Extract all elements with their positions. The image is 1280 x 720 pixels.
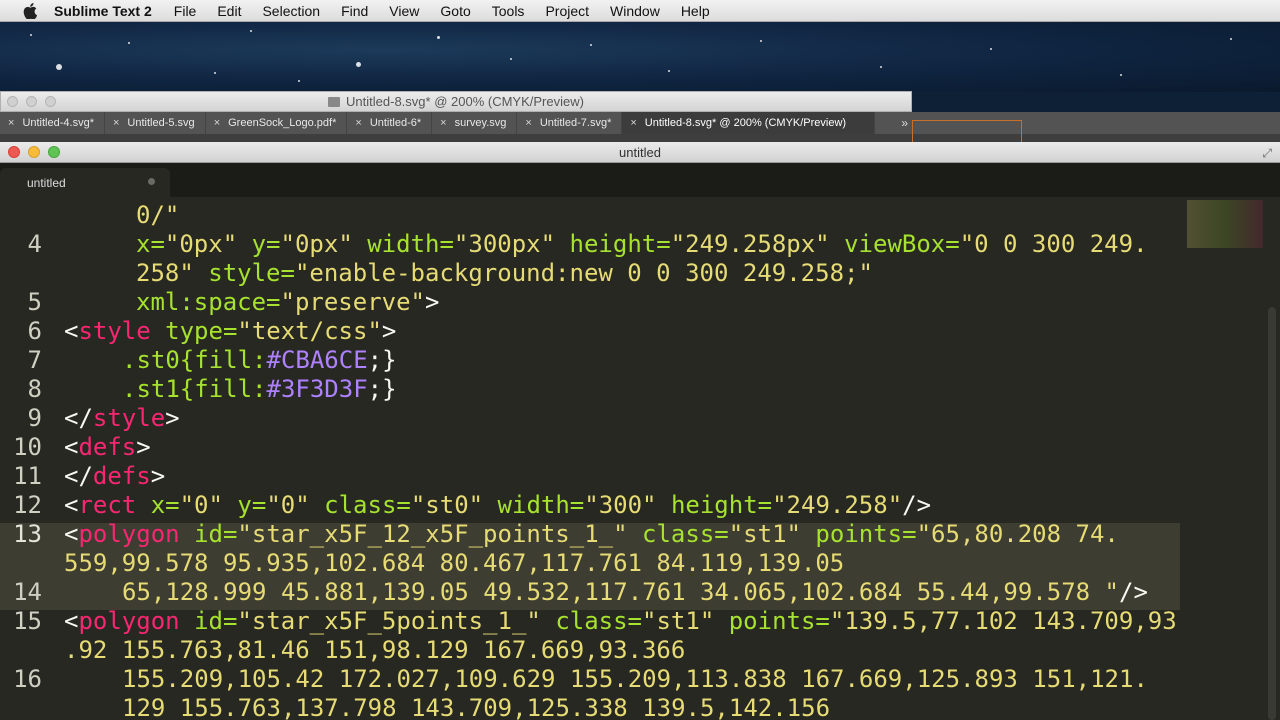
tab-label: GreenSock_Logo.pdf* <box>228 117 337 129</box>
menu-help[interactable]: Help <box>681 3 710 19</box>
window-controls-inactive <box>7 96 56 107</box>
illustrator-tab-active[interactable]: × Untitled-8.svg* @ 200% (CMYK/Preview) <box>622 112 876 134</box>
close-icon[interactable] <box>8 146 20 158</box>
sublime-window-title: untitled <box>619 144 661 160</box>
menu-selection[interactable]: Selection <box>262 3 320 19</box>
tab-label: survey.svg <box>454 117 507 129</box>
menu-find[interactable]: Find <box>341 3 368 19</box>
illustrator-tab[interactable]: × Untitled-7.svg* <box>517 112 623 134</box>
code-line: .92 155.763,81.46 151,98.129 167.669,93.… <box>64 636 686 664</box>
apple-icon[interactable] <box>20 2 40 19</box>
code-line: 559,99.578 95.935,102.684 80.467,117.761… <box>64 549 845 577</box>
window-controls <box>8 146 60 158</box>
tab-label: Untitled-5.svg <box>127 117 195 129</box>
tab-label: untitled <box>27 175 66 190</box>
artboard-edge <box>912 120 1022 142</box>
editor-tab-untitled[interactable]: untitled <box>0 168 170 197</box>
code-line: </defs> <box>64 462 166 490</box>
menu-tools[interactable]: Tools <box>492 3 525 19</box>
menu-window[interactable]: Window <box>610 3 660 19</box>
illustrator-tab[interactable]: × Untitled-4.svg* <box>0 112 105 134</box>
menu-edit[interactable]: Edit <box>217 3 241 19</box>
close-icon[interactable]: × <box>630 117 636 129</box>
fullscreen-icon[interactable]: ⤢ <box>1262 146 1272 161</box>
code-line: <polygon id="star_x5F_5points_1_" class=… <box>64 607 1177 635</box>
code-line: .st0{fill:#CBA6CE;} <box>122 346 397 374</box>
unsaved-dot-icon[interactable] <box>148 178 155 185</box>
code-line: xml:space="preserve"> <box>136 288 440 316</box>
illustrator-tab[interactable]: × Untitled-6* <box>347 112 433 134</box>
close-icon[interactable]: × <box>214 117 220 129</box>
illustrator-tab[interactable]: × GreenSock_Logo.pdf* <box>206 112 348 134</box>
code-line: 129 155.763,137.798 143.709,125.338 139.… <box>122 694 831 720</box>
desktop-wallpaper <box>0 22 1280 92</box>
close-icon[interactable]: × <box>440 117 446 129</box>
code-line: 155.209,105.42 172.027,109.629 155.209,1… <box>122 665 1148 693</box>
close-icon[interactable]: × <box>8 117 14 129</box>
close-icon[interactable]: × <box>113 117 119 129</box>
illustrator-window-title: Untitled-8.svg* @ 200% (CMYK/Preview) <box>346 94 584 109</box>
menu-bar: Sublime Text 2 File Edit Selection Find … <box>0 0 1280 22</box>
code-line: <rect x="0" y="0" class="st0" width="300… <box>64 491 932 519</box>
zoom-icon[interactable] <box>48 146 60 158</box>
tab-label: Untitled-6* <box>369 117 422 129</box>
menu-goto[interactable]: Goto <box>440 3 470 19</box>
minimap[interactable] <box>1187 200 1263 248</box>
code-line: </style> <box>64 404 180 432</box>
minimize-icon[interactable] <box>28 146 40 158</box>
vertical-scrollbar[interactable] <box>1268 307 1276 720</box>
tab-label: Untitled-8.svg* @ 200% (CMYK/Preview) <box>644 117 847 129</box>
code-editor[interactable]: 4 5 6 7 8 9 10 11 12 13 14 15 16 0/" x="… <box>0 197 1280 720</box>
illustrator-window-titlebar[interactable]: Untitled-8.svg* @ 200% (CMYK/Preview) <box>0 91 912 112</box>
code-line: .st1{fill:#3F3D3F;} <box>122 375 397 403</box>
code-text: 0/" x="0px" y="0px" width="300px" height… <box>0 197 1180 720</box>
sublime-tab-bar: untitled <box>0 163 1280 197</box>
tab-label: Untitled-7.svg* <box>539 117 612 129</box>
code-line: 65,128.999 45.881,139.05 49.532,117.761 … <box>122 578 1148 606</box>
code-line: 0/" <box>136 201 180 229</box>
code-line: <style type="text/css"> <box>64 317 397 345</box>
code-line: 258" style="enable-background:new 0 0 30… <box>136 259 873 287</box>
menu-project[interactable]: Project <box>545 3 589 19</box>
code-line: <polygon id="star_x5F_12_x5F_points_1_" … <box>64 520 1119 548</box>
close-icon[interactable]: × <box>525 117 531 129</box>
close-icon[interactable] <box>7 96 18 107</box>
menu-view[interactable]: View <box>389 3 419 19</box>
minimize-icon[interactable] <box>26 96 37 107</box>
code-line: <defs> <box>64 433 151 461</box>
zoom-icon[interactable] <box>45 96 56 107</box>
illustrator-tab[interactable]: × Untitled-5.svg <box>105 112 206 134</box>
tab-overflow-icon[interactable]: » <box>901 116 908 130</box>
illustrator-tab[interactable]: × survey.svg <box>432 112 518 134</box>
tab-label: Untitled-4.svg* <box>22 117 94 129</box>
close-icon[interactable]: × <box>355 117 361 129</box>
menu-file[interactable]: File <box>174 3 197 19</box>
document-icon <box>328 96 341 107</box>
code-line: x="0px" y="0px" width="300px" height="24… <box>136 230 1148 258</box>
illustrator-toolbar-strip <box>0 134 1280 142</box>
app-name-menu[interactable]: Sublime Text 2 <box>54 3 152 19</box>
illustrator-tab-bar: × Untitled-4.svg* × Untitled-5.svg × GreenS… <box>0 112 1280 134</box>
sublime-window-titlebar[interactable]: untitled ⤢ <box>0 142 1280 163</box>
